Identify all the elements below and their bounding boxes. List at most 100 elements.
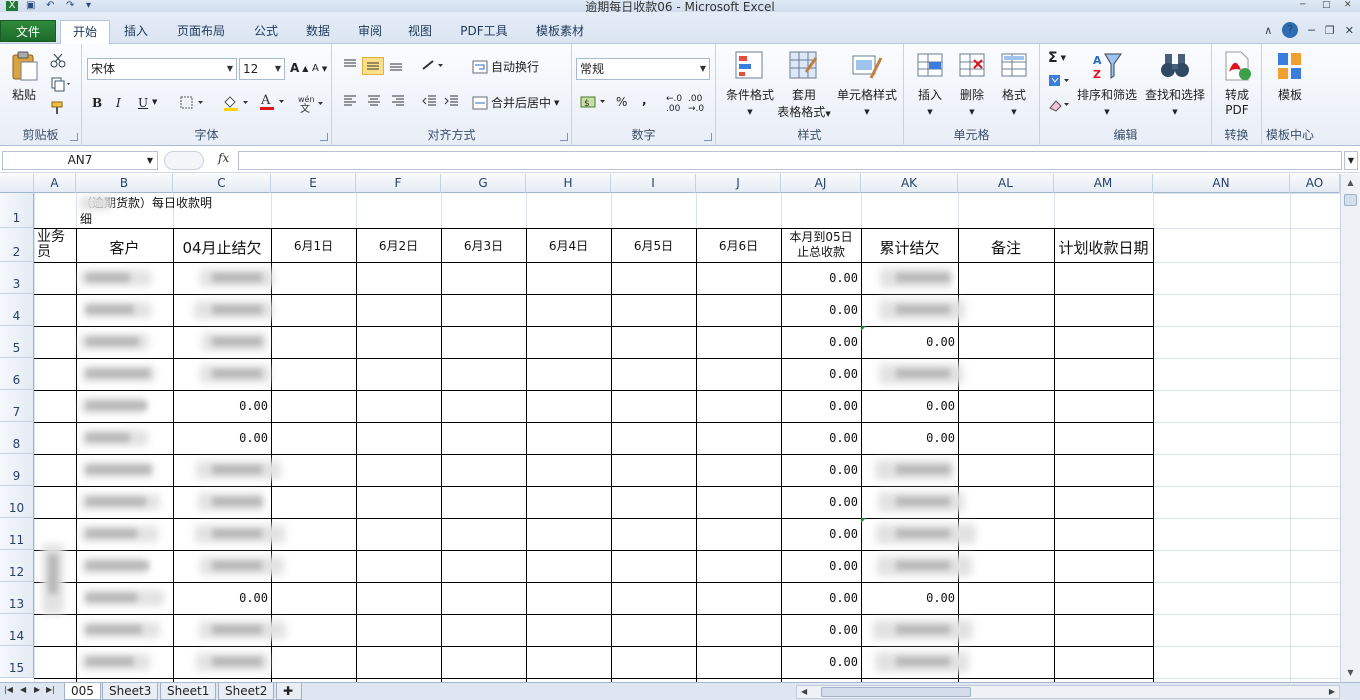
clipboard-launcher-icon[interactable] bbox=[70, 133, 78, 141]
font-size-select[interactable]: 12 ▼ bbox=[239, 58, 285, 80]
format-as-table-button[interactable]: 套用 表格格式▼ bbox=[774, 50, 834, 120]
row-header-12[interactable]: 12 bbox=[0, 550, 34, 582]
tab-view[interactable]: 视图 bbox=[400, 20, 440, 44]
row-header-6[interactable]: 6 bbox=[0, 358, 34, 390]
doc-close-icon[interactable]: ✕ bbox=[1345, 24, 1354, 37]
vertical-scroll-thumb[interactable] bbox=[1344, 194, 1357, 206]
column-header-aj[interactable]: AJ bbox=[781, 174, 861, 193]
insert-sheet-icon[interactable]: ✚ bbox=[276, 683, 302, 700]
tab-formulas[interactable]: 公式 bbox=[246, 20, 286, 44]
cut-icon[interactable] bbox=[50, 52, 66, 68]
sheet-tab-005[interactable]: 005 bbox=[64, 683, 101, 700]
expand-formula-icon[interactable]: ▼ bbox=[1344, 151, 1358, 170]
format-painter-icon[interactable] bbox=[50, 100, 66, 116]
tab-page-layout[interactable]: 页面布局 bbox=[168, 20, 234, 44]
percent-button[interactable]: % bbox=[616, 95, 627, 109]
horizontal-scrollbar[interactable]: ◀ ▶ bbox=[796, 685, 1340, 699]
to-pdf-button[interactable]: 转成 PDF bbox=[1216, 50, 1258, 117]
paste-button[interactable]: 粘贴 bbox=[6, 50, 42, 103]
find-select-button[interactable]: 查找和选择 ▼ bbox=[1142, 50, 1208, 117]
tab-pdf-tools[interactable]: PDF工具 bbox=[452, 20, 516, 44]
row-header-5[interactable]: 5 bbox=[0, 326, 34, 358]
row-header-11[interactable]: 11 bbox=[0, 518, 34, 550]
maximize-icon[interactable]: □ bbox=[1322, 0, 1334, 10]
first-sheet-icon[interactable]: |◀ bbox=[4, 685, 13, 694]
tab-home[interactable]: 开始 bbox=[60, 20, 110, 45]
column-header-j[interactable]: J bbox=[696, 174, 781, 193]
align-middle-icon[interactable] bbox=[362, 57, 384, 75]
ribbon-collapse-icon[interactable]: ∧ bbox=[1264, 24, 1272, 37]
row-header-1[interactable]: 1 bbox=[0, 193, 34, 228]
sheet-tab-sheet3[interactable]: Sheet3 bbox=[102, 683, 159, 700]
tab-file[interactable]: 文件 bbox=[0, 20, 56, 42]
prev-sheet-icon[interactable]: ◀ bbox=[20, 685, 26, 694]
decrease-indent-icon[interactable] bbox=[422, 94, 438, 108]
scroll-left-icon[interactable]: ◀ bbox=[801, 686, 807, 698]
grow-font-icon[interactable]: A ▲ bbox=[290, 61, 308, 75]
row-header-2[interactable]: 2 bbox=[0, 228, 34, 262]
borders-icon[interactable] bbox=[180, 96, 206, 110]
horizontal-scroll-thumb[interactable] bbox=[821, 687, 971, 697]
font-name-select[interactable]: 宋体 ▼ bbox=[87, 58, 237, 80]
row-header-13[interactable]: 13 bbox=[0, 582, 34, 614]
align-left-icon[interactable] bbox=[342, 94, 358, 108]
tab-templates[interactable]: 模板素材 bbox=[528, 20, 592, 44]
bold-button[interactable]: B bbox=[92, 96, 102, 110]
align-right-icon[interactable] bbox=[390, 94, 406, 108]
shrink-font-icon[interactable]: A ▼ bbox=[312, 63, 327, 74]
minimize-icon[interactable]: ─ bbox=[1300, 0, 1312, 10]
number-format-select[interactable]: 常规 ▼ bbox=[576, 58, 710, 80]
column-header-am[interactable]: AM bbox=[1054, 174, 1153, 193]
scroll-right-icon[interactable]: ▶ bbox=[1329, 686, 1335, 698]
column-header-e[interactable]: E bbox=[271, 174, 356, 193]
worksheet-grid[interactable]: A B C E F G H I J AJ AK AL AM AN AO （逾期货款）每日收款明细业务员客户 0… bbox=[0, 174, 1340, 682]
accounting-format-icon[interactable]: $ bbox=[580, 94, 608, 110]
fill-color-icon[interactable] bbox=[222, 94, 250, 112]
font-color-icon[interactable]: A bbox=[258, 92, 286, 112]
align-top-icon[interactable] bbox=[342, 58, 358, 72]
orientation-icon[interactable] bbox=[420, 58, 446, 72]
insert-function-icon[interactable]: fx bbox=[218, 151, 229, 165]
column-header-ak[interactable]: AK bbox=[861, 174, 958, 193]
scroll-up-icon[interactable]: ▲ bbox=[1343, 176, 1358, 190]
number-launcher-icon[interactable] bbox=[704, 133, 712, 141]
column-header-i[interactable]: I bbox=[611, 174, 696, 193]
format-cells-button[interactable]: 格式 ▼ bbox=[994, 50, 1034, 117]
fill-icon[interactable] bbox=[1048, 74, 1072, 88]
last-sheet-icon[interactable]: ▶| bbox=[46, 685, 55, 694]
column-header-a[interactable]: A bbox=[34, 174, 76, 193]
column-header-g[interactable]: G bbox=[441, 174, 526, 193]
tab-review[interactable]: 审阅 bbox=[350, 20, 390, 44]
formula-cancel-enter[interactable] bbox=[164, 151, 204, 170]
wrap-text-button[interactable]: 自动换行 bbox=[472, 58, 539, 75]
conditional-format-button[interactable]: 条件格式 ▼ bbox=[720, 50, 780, 117]
row-header-10[interactable]: 10 bbox=[0, 486, 34, 518]
tab-insert[interactable]: 插入 bbox=[116, 20, 156, 44]
decrease-decimal-icon[interactable]: .00 →.0 bbox=[688, 94, 704, 114]
doc-minimize-icon[interactable]: ─ bbox=[1308, 24, 1315, 37]
row-header-3[interactable]: 3 bbox=[0, 262, 34, 294]
column-header-b[interactable]: B bbox=[76, 174, 173, 193]
row-header-9[interactable]: 9 bbox=[0, 454, 34, 486]
italic-button[interactable]: I bbox=[116, 96, 121, 110]
increase-decimal-icon[interactable]: ←.0.00 bbox=[666, 94, 682, 114]
font-launcher-icon[interactable] bbox=[320, 133, 328, 141]
template-button[interactable]: 模板 bbox=[1268, 50, 1312, 103]
insert-cells-button[interactable]: 插入 ▼ bbox=[910, 50, 950, 117]
column-header-h[interactable]: H bbox=[526, 174, 611, 193]
underline-button[interactable]: U bbox=[138, 96, 148, 110]
comma-button[interactable]: , bbox=[642, 93, 647, 107]
autosum-icon[interactable]: Σ ▼ bbox=[1048, 50, 1066, 66]
copy-icon[interactable] bbox=[50, 76, 72, 92]
name-box[interactable]: AN7 ▼ bbox=[2, 151, 158, 170]
column-header-f[interactable]: F bbox=[356, 174, 441, 193]
column-header-c[interactable]: C bbox=[173, 174, 271, 193]
underline-dropdown-icon[interactable]: ▼ bbox=[152, 98, 157, 106]
increase-indent-icon[interactable] bbox=[444, 94, 460, 108]
cell-styles-button[interactable]: 单元格样式 ▼ bbox=[834, 50, 900, 117]
align-center-icon[interactable] bbox=[366, 94, 382, 108]
row-header-7[interactable]: 7 bbox=[0, 390, 34, 422]
vertical-scrollbar[interactable]: ▲ ▼ bbox=[1340, 174, 1360, 682]
alignment-launcher-icon[interactable] bbox=[560, 133, 568, 141]
sheet-tab-sheet2[interactable]: Sheet2 bbox=[218, 683, 275, 700]
